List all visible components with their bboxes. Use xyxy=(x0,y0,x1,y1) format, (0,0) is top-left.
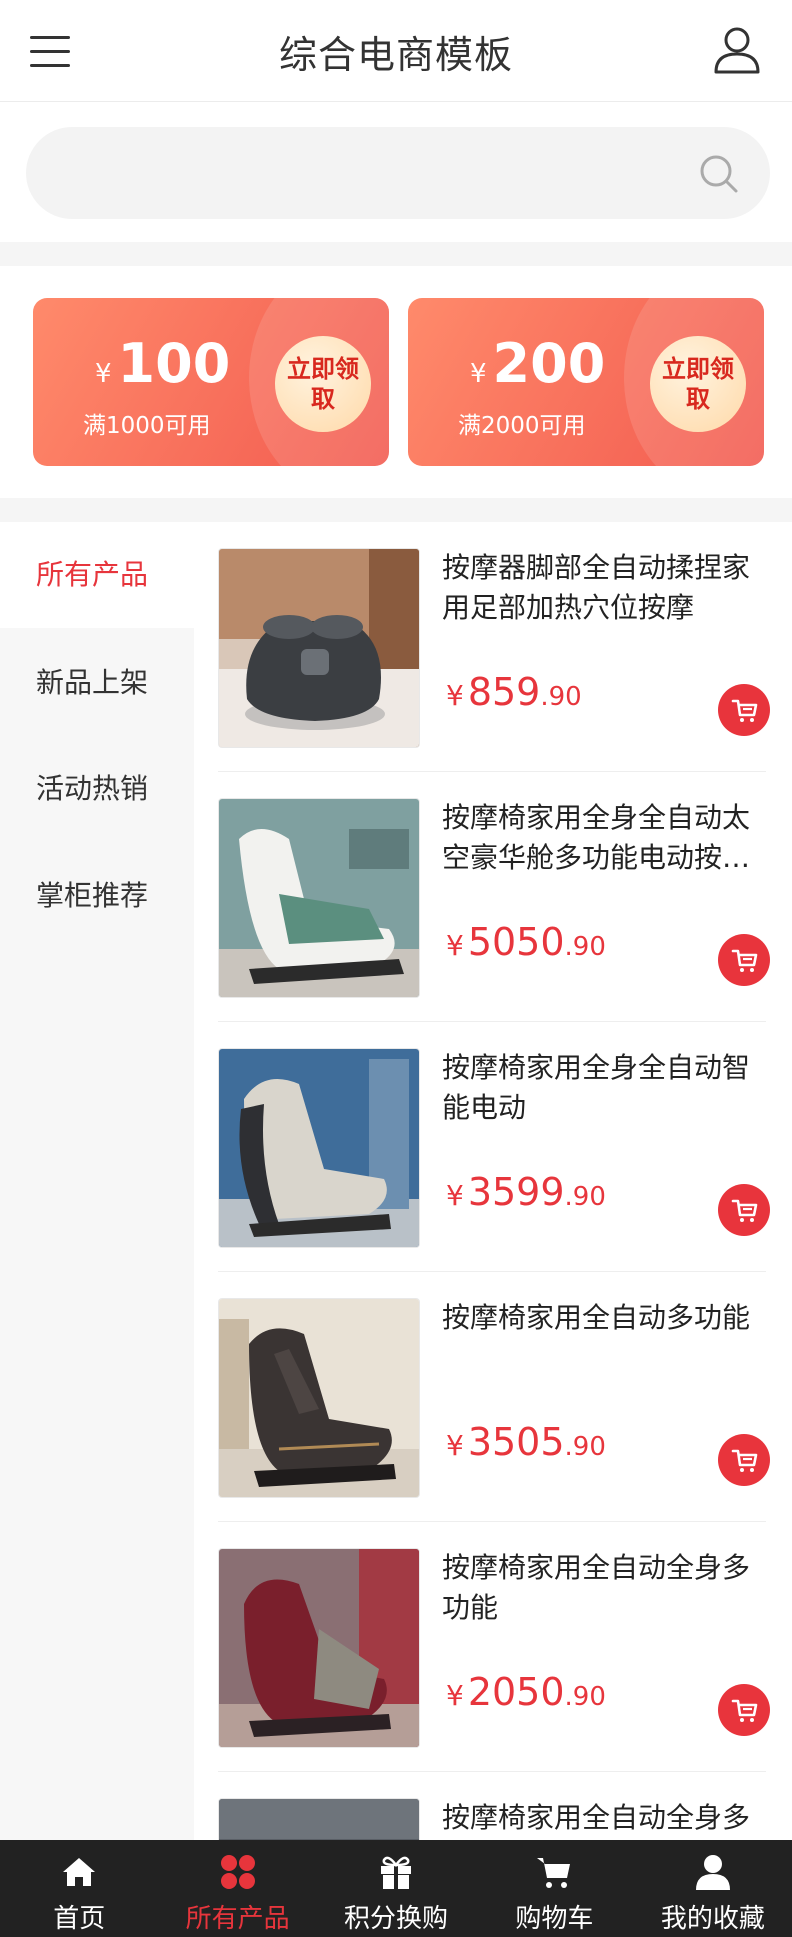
nav-label: 积分换购 xyxy=(344,1904,449,1934)
product-item[interactable]: 按摩椅家用全自动全身多功能 ¥ 2050 .90 xyxy=(218,1522,770,1772)
currency-symbol: ¥ xyxy=(95,359,112,389)
product-item[interactable]: 按摩椅家用全身全自动太空豪华舱多功能电动按… ¥ 5050 .90 xyxy=(218,772,770,1022)
category-item-new-arrivals[interactable]: 新品上架 xyxy=(0,630,194,736)
coupon-card[interactable]: ¥ 100 满1000可用 立即领取 xyxy=(33,298,389,466)
nav-label: 购物车 xyxy=(515,1904,594,1934)
nav-cart[interactable]: 购物车 xyxy=(475,1840,633,1937)
product-item[interactable]: 按摩椅家用全自动全身多 xyxy=(218,1772,766,1840)
nav-label: 首页 xyxy=(53,1904,106,1934)
product-price: ¥ 2050 .90 xyxy=(446,1670,606,1714)
product-item[interactable]: 按摩器脚部全自动揉捏家用足部加热穴位按摩 ¥ 859 .90 xyxy=(218,522,770,772)
nav-favorites[interactable]: 我的收藏 xyxy=(634,1840,792,1937)
product-name[interactable]: 按摩器脚部全自动揉捏家用足部加热穴位按摩 xyxy=(442,548,772,628)
product-price: ¥ 5050 .90 xyxy=(446,920,606,964)
claim-coupon-button[interactable]: 立即领取 xyxy=(275,336,371,432)
home-icon xyxy=(63,1858,96,1886)
price-decimal: .90 xyxy=(564,1432,606,1462)
nav-label: 我的收藏 xyxy=(660,1904,765,1934)
coupon-value: 100 xyxy=(117,332,231,395)
category-item-recommended[interactable]: 掌柜推荐 xyxy=(0,843,194,949)
bottom-navigation: 首页 所有产品 积分换购 购物车 我的收藏 xyxy=(0,1840,792,1937)
add-to-cart-button[interactable] xyxy=(718,1434,770,1486)
price-decimal: .90 xyxy=(564,1182,606,1212)
add-to-cart-button[interactable] xyxy=(718,934,770,986)
product-price: ¥ 859 .90 xyxy=(446,670,582,714)
product-image[interactable] xyxy=(218,1798,420,1840)
search-bar xyxy=(26,127,770,219)
category-item-hot-sales[interactable]: 活动热销 xyxy=(0,736,194,842)
gift-icon xyxy=(381,1856,412,1889)
nav-home[interactable]: 首页 xyxy=(0,1840,158,1937)
cart-icon xyxy=(731,949,758,972)
product-image[interactable] xyxy=(218,548,420,748)
product-image[interactable] xyxy=(218,1048,420,1248)
price-integer: 2050 xyxy=(467,1670,565,1714)
claim-coupon-button[interactable]: 立即领取 xyxy=(650,336,746,432)
product-name[interactable]: 按摩椅家用全自动全身多功能 xyxy=(442,1548,772,1628)
price-decimal: .90 xyxy=(564,932,606,962)
category-sidebar: 所有产品 新品上架 活动热销 掌柜推荐 xyxy=(0,522,194,1840)
price-integer: 3599 xyxy=(467,1170,565,1214)
cart-icon xyxy=(537,1858,571,1888)
product-name[interactable]: 按摩椅家用全身全自动智能电动 xyxy=(442,1048,772,1128)
page: 综合电商模板 ¥ 100 满1000可用 立即领取 ¥ 200 满2000可用 … xyxy=(0,0,792,1937)
product-item[interactable]: 按摩椅家用全自动多功能 ¥ 3505 .90 xyxy=(218,1272,770,1522)
coupon-condition: 满2000可用 xyxy=(458,413,586,439)
user-icon xyxy=(714,27,760,74)
add-to-cart-button[interactable] xyxy=(718,1184,770,1236)
category-item-all-products[interactable]: 所有产品 xyxy=(0,522,194,628)
price-decimal: .90 xyxy=(540,682,582,712)
price-currency: ¥ xyxy=(446,1429,464,1462)
search-button[interactable] xyxy=(698,153,740,195)
coupon-amount: ¥ 200 xyxy=(470,332,605,395)
coupon-amount: ¥ 100 xyxy=(95,332,230,395)
page-title: 综合电商模板 xyxy=(278,33,513,77)
coupon-value: 200 xyxy=(492,332,606,395)
cart-icon xyxy=(731,1199,758,1222)
product-name[interactable]: 按摩椅家用全自动多功能 xyxy=(442,1298,772,1338)
product-list: 按摩器脚部全自动揉捏家用足部加热穴位按摩 ¥ 859 .90 按摩椅家用全身全自… xyxy=(194,522,792,1840)
price-currency: ¥ xyxy=(446,679,464,712)
product-image[interactable] xyxy=(218,1548,420,1748)
search-section xyxy=(0,102,792,242)
price-decimal: .90 xyxy=(564,1682,606,1712)
top-header: 综合电商模板 xyxy=(0,0,792,102)
search-input[interactable] xyxy=(62,151,682,195)
cart-icon xyxy=(731,1699,758,1722)
price-currency: ¥ xyxy=(446,1179,464,1212)
nav-points-exchange[interactable]: 积分换购 xyxy=(317,1840,475,1937)
section-divider xyxy=(0,242,792,266)
product-name[interactable]: 按摩椅家用全自动全身多 xyxy=(442,1798,772,1838)
add-to-cart-button[interactable] xyxy=(718,1684,770,1736)
product-image[interactable] xyxy=(218,798,420,998)
coupon-condition: 满1000可用 xyxy=(83,413,211,439)
product-price: ¥ 3599 .90 xyxy=(446,1170,606,1214)
price-currency: ¥ xyxy=(446,929,464,962)
price-integer: 859 xyxy=(467,670,541,714)
price-integer: 3505 xyxy=(467,1420,565,1464)
product-price: ¥ 3505 .90 xyxy=(446,1420,606,1464)
cart-icon xyxy=(731,1449,758,1472)
section-divider xyxy=(0,498,792,522)
user-icon xyxy=(695,1855,730,1890)
add-to-cart-button[interactable] xyxy=(718,684,770,736)
product-image[interactable] xyxy=(218,1298,420,1498)
currency-symbol: ¥ xyxy=(470,359,487,389)
cart-icon xyxy=(731,699,758,722)
nav-all-products[interactable]: 所有产品 xyxy=(158,1840,316,1937)
nav-label: 所有产品 xyxy=(185,1904,290,1934)
grid-icon xyxy=(220,1855,255,1889)
price-integer: 5050 xyxy=(467,920,565,964)
user-account-button[interactable] xyxy=(712,24,762,76)
product-item[interactable]: 按摩椅家用全身全自动智能电动 ¥ 3599 .90 xyxy=(218,1022,770,1272)
coupon-section: ¥ 100 满1000可用 立即领取 ¥ 200 满2000可用 立即领取 xyxy=(0,266,792,498)
search-icon xyxy=(700,155,738,193)
coupon-card[interactable]: ¥ 200 满2000可用 立即领取 xyxy=(408,298,764,466)
price-currency: ¥ xyxy=(446,1679,464,1712)
product-name[interactable]: 按摩椅家用全身全自动太空豪华舱多功能电动按… xyxy=(442,798,772,878)
